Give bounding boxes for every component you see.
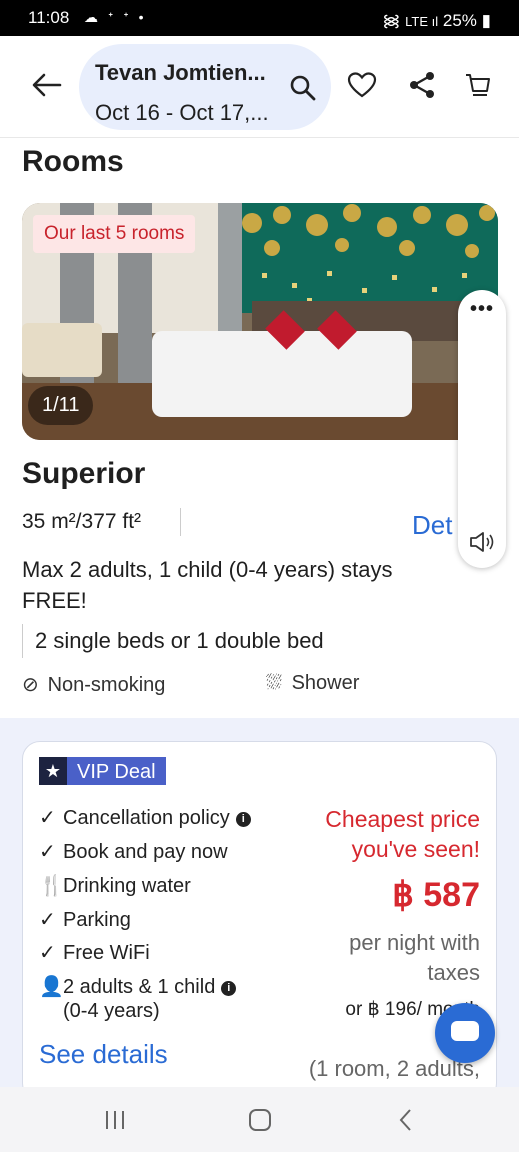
- search-summary-pill[interactable]: Tevan Jomtien... Oct 16 - Oct 17,...: [79, 44, 331, 130]
- rooms-heading: Rooms: [22, 145, 124, 178]
- feature-non-smoking: ⊘ Non-smoking: [22, 672, 165, 697]
- status-time: 11:08: [28, 8, 70, 27]
- room-name: Superior: [22, 457, 146, 490]
- room-area: 35 m²/377 ft²: [22, 510, 142, 533]
- room-details-link[interactable]: Det: [412, 510, 452, 541]
- shower-icon: ⛆: [266, 672, 282, 694]
- app-header: Tevan Jomtien... Oct 16 - Oct 17,...: [0, 36, 519, 138]
- vip-deal-label: VIP Deal: [67, 757, 166, 785]
- chat-bubble-icon: [451, 1021, 479, 1041]
- perk-guests[interactable]: 👤2 adults & 1 child i: [39, 974, 237, 999]
- perk-cancellation[interactable]: ✓ Cancellation policy i: [39, 805, 251, 830]
- feature-label: Non-smoking: [47, 674, 166, 696]
- back-arrow-icon[interactable]: [30, 68, 64, 102]
- perk-guests-age: (0-4 years): [63, 1000, 160, 1022]
- hotel-title: Tevan Jomtien...: [95, 60, 266, 85]
- price-unit-note: per night with taxes: [349, 930, 480, 985]
- battery-percent: 25%: [442, 11, 477, 30]
- heart-icon[interactable]: [347, 70, 377, 100]
- perk-parking: ✓ Parking: [39, 907, 131, 932]
- wifi-icon: ᯼: [382, 11, 401, 30]
- battery-icon: ▮: [481, 11, 491, 30]
- recent-apps-icon[interactable]: [100, 1105, 130, 1135]
- perk-drinking-water: 🍴Drinking water: [39, 873, 191, 898]
- star-icon: ★: [39, 757, 67, 785]
- signal-icon: LTE ıl: [405, 14, 439, 29]
- perk-label: Parking: [63, 909, 131, 931]
- status-bar: 11:08 ☁ ᐩ ᐩ • ᯼ LTE ıl 25% ▮: [0, 0, 519, 36]
- info-icon[interactable]: i: [221, 981, 237, 996]
- bed-info: 2 single beds or 1 double bed: [22, 624, 324, 658]
- perk-label: Free WiFi: [63, 942, 150, 964]
- photo-counter: 1/11: [28, 386, 94, 425]
- more-options-icon[interactable]: •••: [458, 298, 506, 321]
- floating-side-panel[interactable]: •••: [458, 290, 506, 568]
- perk-label: Cancellation policy: [63, 807, 230, 829]
- scarcity-badge: Our last 5 rooms: [33, 215, 196, 253]
- room-photo-carousel[interactable]: Our last 5 rooms 1/11: [22, 203, 498, 440]
- home-icon[interactable]: [245, 1105, 275, 1135]
- perk-label: Book and pay now: [63, 841, 228, 863]
- cart-icon[interactable]: [463, 70, 493, 100]
- feature-label: Shower: [291, 672, 360, 694]
- utensils-icon: 🍴: [39, 875, 64, 897]
- chat-button[interactable]: [435, 1003, 495, 1063]
- occupancy-info: Max 2 adults, 1 child (0-4 years) stays …: [22, 557, 393, 613]
- share-icon[interactable]: [407, 70, 437, 100]
- notification-icons: ☁ ᐩ ᐩ •: [84, 9, 147, 25]
- stay-dates: Oct 16 - Oct 17,...: [95, 100, 269, 125]
- gold-leaf-pattern: [242, 204, 495, 306]
- photo-sofa: [22, 323, 102, 377]
- check-icon: ✓: [39, 841, 56, 863]
- see-details-link[interactable]: See details: [39, 1039, 168, 1070]
- person-icon: 👤: [39, 976, 64, 998]
- search-icon: [290, 75, 316, 101]
- deal-card[interactable]: ★ VIP Deal ✓ Cancellation policy i ✓ Book a…: [22, 741, 497, 1101]
- feature-shower: ⛆ Shower: [266, 672, 359, 695]
- speaker-icon[interactable]: [468, 530, 496, 554]
- perk-label: 2 adults & 1 child: [63, 976, 216, 998]
- deal-price: ฿ 587: [392, 876, 480, 914]
- perk-book-pay: ✓ Book and pay now: [39, 839, 228, 864]
- back-nav-icon[interactable]: [391, 1105, 421, 1135]
- check-icon: ✓: [39, 807, 56, 829]
- cheapest-price-note: Cheapest price you've seen!: [325, 806, 480, 862]
- check-icon: ✓: [39, 909, 56, 931]
- status-right: ᯼ LTE ıl 25% ▮: [382, 8, 491, 31]
- vip-deal-badge: ★ VIP Deal: [39, 757, 166, 785]
- info-icon[interactable]: i: [235, 812, 251, 827]
- perk-label: Drinking water: [63, 875, 191, 897]
- system-nav-bar: [0, 1087, 519, 1152]
- check-icon: ✓: [39, 942, 56, 964]
- no-smoking-icon: ⊘: [22, 674, 39, 696]
- divider: [180, 508, 181, 536]
- photo-accent-wall: [232, 203, 498, 313]
- perk-wifi: ✓ Free WiFi: [39, 940, 150, 965]
